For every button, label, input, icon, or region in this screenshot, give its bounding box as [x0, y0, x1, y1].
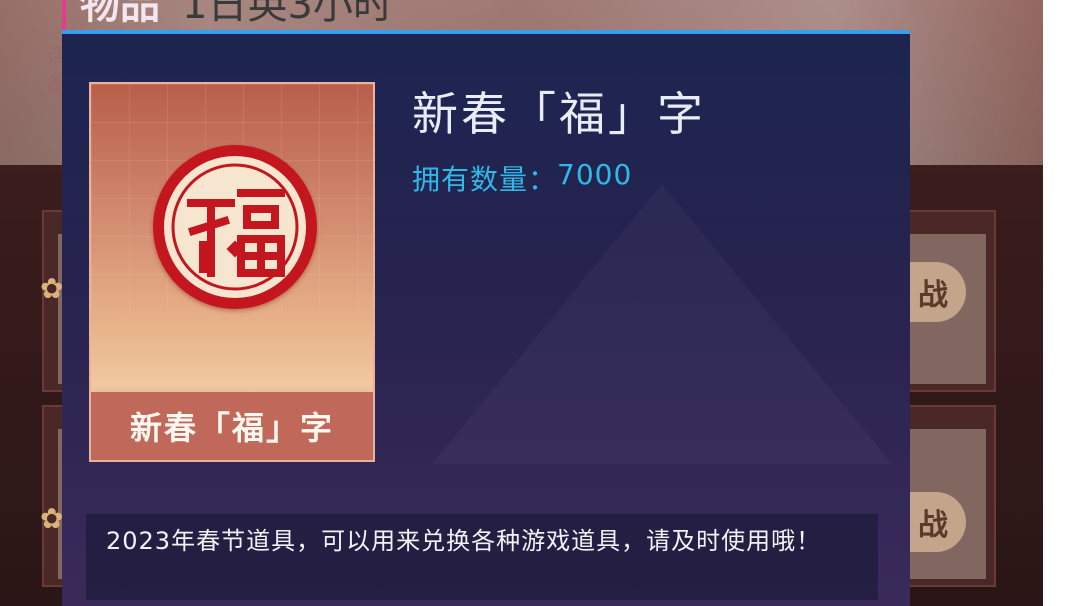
item-detail-modal: 新春「福」字 新春「福」字 拥有数量： 7000 2023年春节道具，可以用来兑… [62, 30, 910, 606]
fu-seal-icon [153, 145, 317, 309]
card-item-label: 新春「福」字 [129, 409, 334, 447]
watermark-logo [432, 184, 892, 464]
background-header-text: 1日英3小时 [182, 0, 393, 28]
item-description: 2023年春节道具，可以用来兑换各种游戏道具，请及时使用哦！ [106, 527, 822, 555]
flower-icon: ✿ [40, 272, 64, 305]
owned-quantity-value: 7000 [557, 158, 633, 191]
item-title: 新春「福」字 [412, 87, 706, 141]
background-header-tab: 物品 [62, 0, 174, 30]
owned-quantity: 拥有数量： 7000 [412, 158, 632, 198]
item-card: 新春「福」字 [89, 82, 375, 462]
flower-icon: ✿ [40, 502, 64, 535]
fu-glyph-icon [171, 163, 299, 291]
item-description-box: 2023年春节道具，可以用来兑换各种游戏道具，请及时使用哦！ [86, 514, 878, 600]
background-header: 物品 1日英3小时 [62, 0, 393, 30]
owned-quantity-label: 拥有数量： [412, 163, 558, 196]
